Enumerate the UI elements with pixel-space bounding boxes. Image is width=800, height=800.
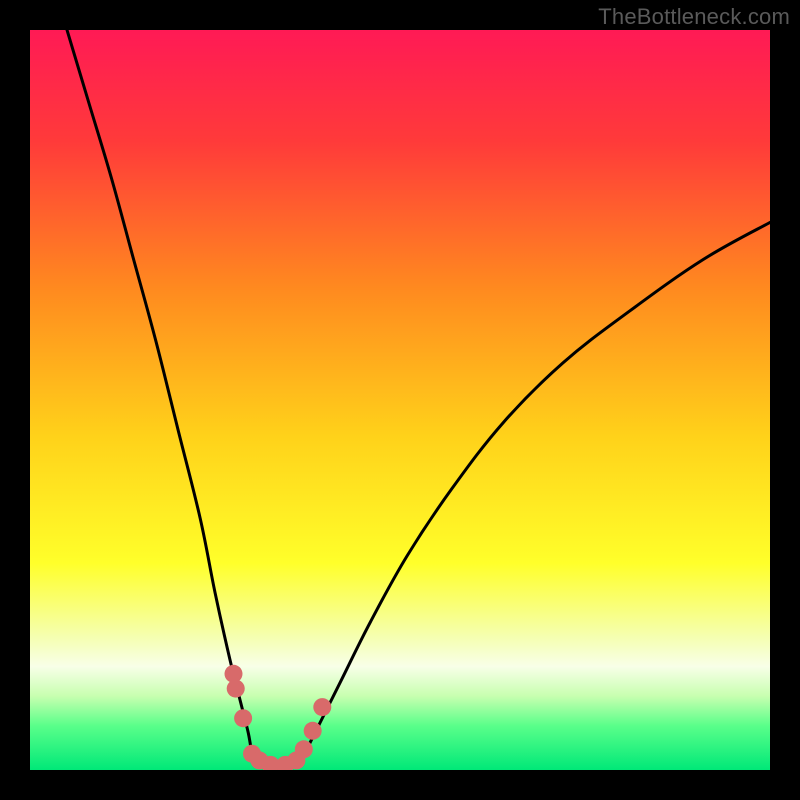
chart-area <box>30 30 770 770</box>
marker-dot <box>295 740 313 758</box>
marker-dot <box>313 698 331 716</box>
marker-dot <box>304 722 322 740</box>
marker-dot <box>234 709 252 727</box>
chart-svg <box>30 30 770 770</box>
outer-frame: TheBottleneck.com <box>0 0 800 800</box>
gradient-background <box>30 30 770 770</box>
watermark-text: TheBottleneck.com <box>598 4 790 30</box>
marker-dot <box>227 680 245 698</box>
